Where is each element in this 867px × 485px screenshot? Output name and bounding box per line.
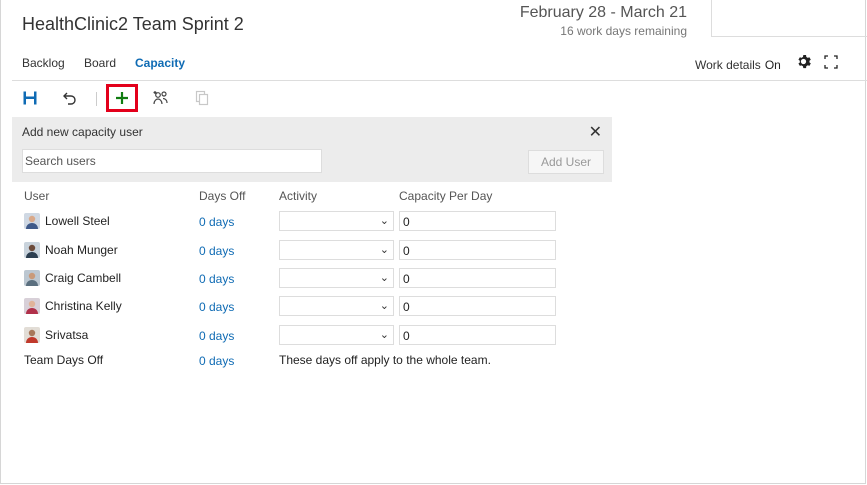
- activity-select[interactable]: ⌄: [279, 268, 394, 288]
- team-days-off-link[interactable]: 0 days: [199, 354, 234, 368]
- tab-board[interactable]: Board: [84, 56, 116, 70]
- column-header-days-off: Days Off: [199, 189, 246, 203]
- capacity-input[interactable]: 0: [399, 325, 556, 345]
- gear-icon[interactable]: [796, 54, 811, 73]
- sprint-burndown-thumbnail[interactable]: [711, 0, 867, 37]
- activity-select[interactable]: ⌄: [279, 211, 394, 231]
- tab-capacity[interactable]: Capacity: [135, 56, 185, 70]
- add-capacity-user-panel: Add new capacity user ✕ Add User: [12, 117, 612, 182]
- sprint-date-range: February 28 - March 21: [519, 4, 687, 21]
- avatar: [24, 213, 40, 229]
- toolbar-separator: [96, 92, 97, 106]
- chevron-down-icon: ⌄: [379, 300, 389, 312]
- avatar: [24, 327, 40, 343]
- user-name: Craig Cambell: [45, 271, 122, 285]
- activity-select[interactable]: ⌄: [279, 325, 394, 345]
- chevron-down-icon: ⌄: [379, 272, 389, 284]
- capacity-input[interactable]: 0: [399, 268, 556, 288]
- capacity-input[interactable]: 0: [399, 296, 556, 316]
- avatar: [24, 270, 40, 286]
- work-details-label: Work details: [695, 58, 761, 72]
- column-header-activity: Activity: [279, 189, 318, 203]
- team-days-off-note: These days off apply to the whole team.: [279, 353, 491, 367]
- add-icon[interactable]: [106, 84, 138, 112]
- page-title: HealthClinic2 Team Sprint 2: [22, 14, 244, 34]
- chevron-down-icon: ⌄: [379, 329, 389, 341]
- tab-backlog[interactable]: Backlog: [22, 56, 65, 70]
- chevron-down-icon: ⌄: [379, 244, 389, 256]
- user-name: Christina Kelly: [45, 299, 122, 313]
- fullscreen-icon[interactable]: [824, 55, 838, 69]
- activity-select[interactable]: ⌄: [279, 240, 394, 260]
- capacity-input[interactable]: 0: [399, 211, 556, 231]
- close-icon[interactable]: ✕: [589, 122, 602, 142]
- tab-divider: [12, 80, 867, 81]
- column-header-capacity: Capacity Per Day: [399, 189, 493, 203]
- table-row: Srivatsa 0 days ⌄ 0: [24, 324, 584, 346]
- work-days-remaining: 16 work days remaining: [560, 24, 687, 38]
- table-row: Noah Munger 0 days ⌄ 0: [24, 239, 584, 261]
- user-name: Noah Munger: [45, 243, 118, 257]
- user-name: Lowell Steel: [45, 214, 110, 228]
- search-users-input[interactable]: [22, 149, 322, 173]
- days-off-link[interactable]: 0 days: [199, 244, 234, 258]
- days-off-link[interactable]: 0 days: [199, 215, 234, 229]
- copy-icon[interactable]: [188, 84, 216, 112]
- avatar: [24, 242, 40, 258]
- table-row: Christina Kelly 0 days ⌄ 0: [24, 295, 584, 317]
- add-user-button[interactable]: Add User: [528, 150, 604, 174]
- avatar: [24, 298, 40, 314]
- capacity-input[interactable]: 0: [399, 240, 556, 260]
- panel-title: Add new capacity user: [22, 125, 143, 139]
- user-name: Srivatsa: [45, 328, 89, 342]
- add-team-members-icon[interactable]: [147, 84, 175, 112]
- days-off-link[interactable]: 0 days: [199, 300, 234, 314]
- table-row: Craig Cambell 0 days ⌄ 0: [24, 267, 584, 289]
- work-details-value: On: [764, 58, 781, 72]
- days-off-link[interactable]: 0 days: [199, 272, 234, 286]
- team-days-off-label: Team Days Off: [24, 353, 104, 367]
- undo-icon[interactable]: [56, 84, 84, 112]
- column-header-user: User: [24, 189, 50, 203]
- chevron-down-icon: ⌄: [379, 215, 389, 227]
- table-row: Lowell Steel 0 days ⌄ 0: [24, 210, 584, 232]
- save-icon[interactable]: [16, 84, 44, 112]
- activity-select[interactable]: ⌄: [279, 296, 394, 316]
- days-off-link[interactable]: 0 days: [199, 329, 234, 343]
- work-details-toggle[interactable]: Work details On: [695, 58, 781, 72]
